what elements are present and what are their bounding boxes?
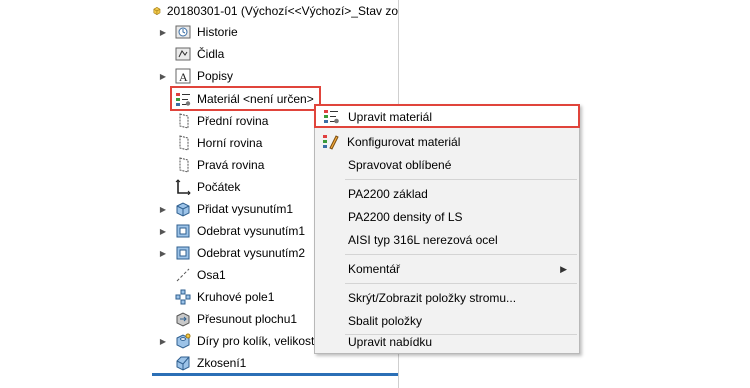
menu-separator [345,254,577,255]
tree-item-label: Popisy [197,69,234,83]
tree-item-label: Osa1 [197,268,226,282]
tree-item-label: Horní rovina [197,136,263,150]
menu-item-konfigurovat-material[interactable]: Konfigurovat materiál [315,131,579,153]
expand-arrow-icon[interactable]: ▶ [158,204,168,214]
menu-item-pa2200-density[interactable]: PA2200 density of LS [315,206,579,228]
submenu-arrow-icon: ▶ [560,263,567,274]
tree-item-label: Zkosení1 [197,356,247,370]
expand-arrow-icon[interactable]: ▶ [158,71,168,81]
tree-item-popisy[interactable]: ▶ A Popisy [158,65,398,87]
tree-item-label: Přední rovina [197,114,269,128]
menu-item-pa2200-zaklad[interactable]: PA2200 základ [315,183,579,205]
menu-item-label: Upravit materiál [348,110,433,124]
tree-item-cidla[interactable]: Čidla [158,43,398,65]
menu-item-sbalit-polozky[interactable]: Sbalit položky [315,310,579,332]
cut-extrude-icon [176,246,190,260]
menu-item-label: Upravit nabídku [348,335,433,349]
tree-item-label: Díry pro kolík, velikost [197,334,315,348]
expand-arrow-icon[interactable]: ▶ [158,336,168,346]
tree-item-label: Odebrat vysunutím2 [197,246,306,260]
circular-pattern-icon [175,289,191,305]
hole-wizard-icon [176,333,191,349]
menu-item-spravovat-oblibene[interactable]: Spravovat oblíbené [315,154,579,176]
tree-item-label: Čidla [197,47,225,61]
tree-item-label: Kruhové pole1 [197,290,275,304]
tree-item-historie[interactable]: ▶ Historie [158,21,398,43]
menu-item-aisi-316l[interactable]: AISI typ 316L nerezová ocel [315,229,579,251]
menu-item-label: AISI typ 316L nerezová ocel [348,233,498,247]
plane-icon [179,113,189,129]
annotations-icon: A [175,68,191,84]
tree-root-part[interactable]: 20180301-01 (Výchozí<<Výchozí>_Stav zo [152,2,398,20]
menu-item-komentar[interactable]: Komentář ▶ [315,258,579,280]
menu-item-label: Konfigurovat materiál [347,135,461,149]
plane-icon [179,157,189,173]
plane-icon [179,135,189,151]
menu-item-upravit-material[interactable]: Upravit materiál [314,104,580,128]
cut-extrude-icon [176,224,190,238]
tree-item-label: Přidat vysunutím1 [197,202,294,216]
menu-item-skryt-zobrazit[interactable]: Skrýt/Zobrazit položky stromu... [315,287,579,309]
svg-text:A: A [179,70,188,84]
expand-arrow-icon[interactable]: ▶ [158,27,168,37]
edit-material-icon [324,110,339,124]
tree-item-label: Materiál <není určen> [197,92,314,106]
tree-item-label: Odebrat vysunutím1 [197,224,306,238]
menu-item-label: Skrýt/Zobrazit položky stromu... [348,291,517,305]
configure-material-icon [323,135,339,150]
origin-icon [175,179,191,195]
menu-item-label: PA2200 density of LS [348,210,463,224]
tree-item-label: Přesunout plochu1 [197,312,298,326]
expand-arrow-icon[interactable]: ▶ [158,226,168,236]
part-icon [153,6,161,16]
chamfer-icon [176,356,190,371]
menu-separator [345,179,577,180]
history-icon [175,25,191,39]
menu-item-label: Spravovat oblíbené [348,158,452,172]
panel-bottom-bar [152,373,398,376]
expand-arrow-icon[interactable]: ▶ [158,248,168,258]
tree-item-zkoseni1[interactable]: Zkosení1 [158,352,398,374]
move-face-icon [176,312,190,327]
extrude-icon [176,202,190,217]
tree-item-label: Počátek [197,180,241,194]
tree-item-label: Historie [197,25,238,39]
context-menu: Konfigurovat materiál Spravovat oblíbené… [314,104,580,354]
menu-item-label: Komentář [348,262,401,276]
menu-item-label: Sbalit položky [348,314,423,328]
menu-item-upravit-nabidku[interactable]: Upravit nabídku [315,331,579,353]
tree-root-label: 20180301-01 (Výchozí<<Výchozí>_Stav zo [166,4,398,18]
material-icon [176,93,191,106]
menu-separator [345,283,577,284]
menu-item-label: PA2200 základ [348,187,428,201]
sensors-icon [175,47,191,61]
tree-item-label: Pravá rovina [197,158,265,172]
axis-icon [176,268,190,282]
